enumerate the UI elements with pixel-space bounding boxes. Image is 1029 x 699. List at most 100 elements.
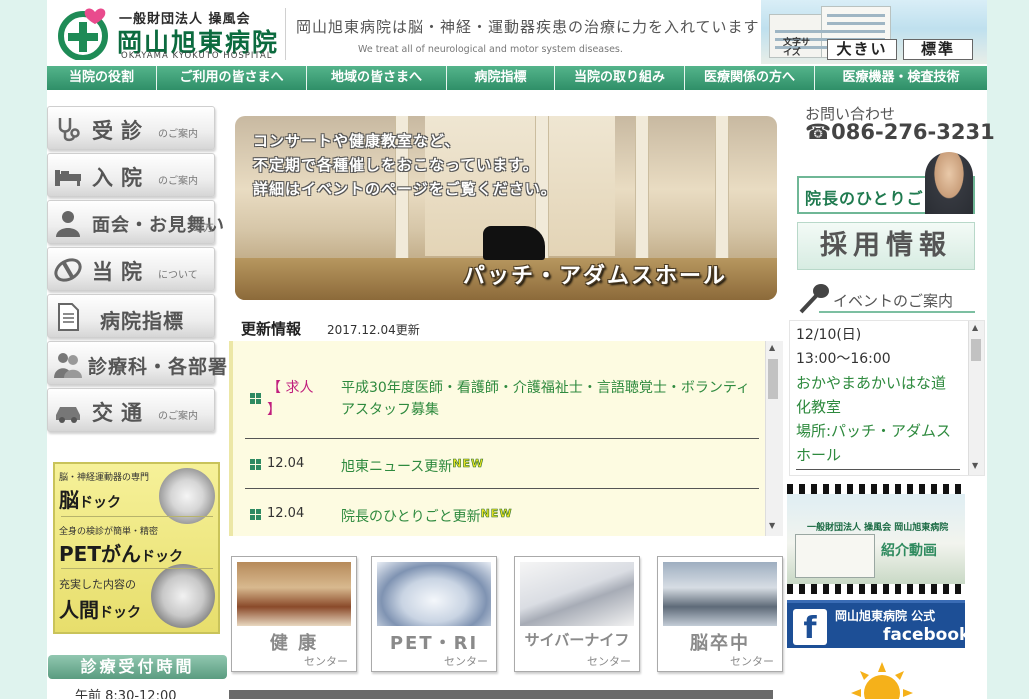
nav-item-role[interactable]: 当院の役割 (47, 66, 157, 90)
nav-item-initiatives[interactable]: 当院の取り組み (555, 66, 685, 90)
left-nav-admission[interactable]: 入院 のご案内 (47, 153, 215, 197)
facebook-banner[interactable]: f 岡山旭東病院 公式 facebook (787, 600, 970, 648)
left-nav-visitors[interactable]: 面会・お見舞い の方 (47, 200, 224, 244)
bullet-icon (250, 459, 261, 470)
news-item[interactable]: 12.04 旭東ニュース更新NEW (245, 439, 759, 489)
center-label: PET・RI (389, 633, 479, 654)
event-title: イベントのご案内 (833, 292, 954, 310)
left-nav-sub: について (158, 270, 198, 281)
left-nav-departments[interactable]: 診療科・各部署 (47, 341, 227, 385)
new-badge: NEW (452, 457, 485, 471)
nav-item-community[interactable]: 地域の皆さまへ (307, 66, 447, 90)
section-bar (229, 690, 773, 699)
left-nav-label: 入院 (92, 166, 150, 190)
news-link[interactable]: 平成30年度医師・看護師・介護福祉士・言語聴覚士・ボランティアスタッフ募集 (341, 377, 761, 421)
left-nav-sub: の方 (192, 221, 214, 234)
contact-phone[interactable]: ☎086-276-3231 (805, 120, 995, 144)
center-card-stroke[interactable]: 脳卒中 センター (657, 556, 783, 672)
left-nav-consultation[interactable]: 受診 のご案内 (47, 106, 215, 150)
sun-icon (851, 662, 913, 699)
left-nav-about[interactable]: 当院 について (47, 247, 215, 291)
left-nav-access[interactable]: 交通 のご案内 (47, 388, 215, 432)
news-date: 12.04 (267, 506, 305, 521)
event-time: 13:00〜16:00 (796, 351, 891, 367)
hospital-logo-icon (54, 258, 82, 282)
event-place-cont: ホール (796, 446, 842, 464)
event-date: 12/10(日) (796, 327, 862, 343)
font-size-switcher: 文字サイズ 大きい 標準 (783, 38, 983, 60)
dock-pet-title: PETがんドック (59, 542, 183, 566)
left-nav-label: 診療科・各部署 (88, 356, 229, 378)
event-header: イベントのご案内 (797, 280, 975, 314)
tagline-en: We treat all of neurological and motor s… (358, 44, 623, 55)
news-scrollbar[interactable]: ▲ ▼ (765, 341, 783, 536)
center-photo (520, 562, 634, 626)
director-blog-banner[interactable]: 院長のひとりごと (797, 152, 975, 214)
document-icon (58, 303, 79, 331)
nav-item-equipment[interactable]: 医療機器・検査技術 (815, 66, 987, 90)
news-list: 【 求人 】 平成30年度医師・看護師・介護福祉士・言語聴覚士・ボランティアスタ… (229, 341, 783, 536)
center-sub: センター (444, 655, 488, 668)
director-blog-label: 院長のひとりごと (805, 189, 941, 208)
center-label: 脳卒中 (690, 633, 750, 654)
font-size-large-button[interactable]: 大きい (827, 39, 897, 60)
center-sub: センター (730, 655, 774, 668)
center-card-health[interactable]: 健 康 センター (231, 556, 357, 672)
hospital-logo[interactable]: 一般財団法人 操風会 岡山旭東病院 OKAYAMA KYOKUTO HOSPIT… (57, 4, 287, 62)
left-nav-label: 病院指標 (100, 309, 184, 333)
hero-banner[interactable]: コンサートや健康教室など、 不定期で各種催しをおこなっています。 詳細はイベント… (235, 116, 777, 300)
header-tagline: 岡山旭東病院は脳・神経・運動器疾患の治療に力を入れています We treat a… (285, 8, 760, 60)
event-scrollbar[interactable]: ▲ ▼ (968, 321, 984, 475)
reception-hours-row: 午前 8:30-12:00 (75, 689, 177, 699)
nav-item-indicators[interactable]: 病院指標 (447, 66, 555, 90)
news-link[interactable]: 院長のひとりごと更新NEW (341, 503, 761, 528)
center-photo (663, 562, 777, 626)
dock-pet-caption: 全身の検診が簡単・精密 (59, 527, 159, 537)
global-nav: 当院の役割 ご利用の皆さまへ 地域の皆さまへ 病院指標 当院の取り組み 医療関係… (47, 66, 987, 90)
facebook-banner-word: facebook (883, 625, 971, 645)
piano-image (483, 226, 545, 260)
hospital-building-photo (795, 534, 875, 578)
page: 一般財団法人 操風会 岡山旭東病院 OKAYAMA KYOKUTO HOSPIT… (47, 0, 995, 699)
intro-video-banner[interactable]: 一般財団法人 操風会 岡山旭東病院 紹介動画 (787, 484, 965, 594)
microphone-icon (799, 284, 829, 314)
event-place: 場所:パッチ・アダムス (796, 422, 952, 440)
center-photo (377, 562, 491, 626)
news-link[interactable]: 旭東ニュース更新NEW (341, 453, 761, 478)
left-nav-label: 当院 (92, 260, 150, 284)
news-item[interactable]: 【 求人 】 平成30年度医師・看護師・介護福祉士・言語聴覚士・ボランティアスタ… (245, 371, 759, 439)
divider (61, 568, 213, 569)
left-nav-label: 受診 (92, 119, 150, 143)
nav-item-visitors[interactable]: ご利用の皆さまへ (157, 66, 307, 90)
hospital-logo-icon (58, 8, 108, 60)
news-category: 【 求人 】 (267, 380, 314, 418)
nav-item-medical-professionals[interactable]: 医療関係の方へ (685, 66, 815, 90)
dock-brain-caption: 脳・神経運動器の専門 (59, 473, 150, 483)
video-banner-title: 紹介動画 (881, 543, 937, 559)
facebook-banner-name: 岡山旭東病院 公式 (835, 609, 936, 623)
divider (61, 516, 213, 517)
dock-banner[interactable]: 脳・神経運動器の専門 脳ドック 全身の検診が簡単・精密 PETがんドック 充実し… (53, 462, 220, 634)
left-nav-sub: のご案内 (158, 129, 198, 140)
bullet-icon (250, 509, 261, 520)
news-header: 更新情報 2017.12.04更新 (241, 318, 420, 339)
left-nav: 受診 のご案内 入院 のご案内 面会・お見舞い の方 当院 について 病院指標 … (47, 106, 227, 435)
center-card-cyberknife[interactable]: サイバーナイフ センター (514, 556, 640, 672)
reception-hours-title: 診療受付時間 (48, 655, 227, 679)
center-sub: センター (304, 655, 348, 668)
event-name-cont[interactable]: 化教室 (796, 395, 841, 419)
center-card-pet-ri[interactable]: PET・RI センター (371, 556, 497, 672)
news-item[interactable]: 12.04 院長のひとりごと更新NEW (245, 489, 759, 539)
font-size-normal-button[interactable]: 標準 (903, 39, 973, 60)
bullet-icon (250, 393, 261, 404)
scanner-image (151, 564, 215, 628)
event-name[interactable]: おかやまあかいはな道 (796, 371, 946, 395)
hero-text-line3: 詳細はイベントのページをご覧ください。 (253, 180, 557, 198)
left-nav-label: 交通 (92, 401, 150, 425)
recruit-banner[interactable]: 採用情報 (797, 222, 975, 270)
new-badge: NEW (480, 507, 513, 521)
tagline-jp: 岡山旭東病院は脳・神経・運動器疾患の治療に力を入れています (296, 18, 760, 36)
video-banner-corp: 一般財団法人 操風会 岡山旭東病院 (807, 523, 949, 533)
left-nav-indicators[interactable]: 病院指標 (47, 294, 215, 338)
news-updated-date: 2017.12.04更新 (327, 323, 420, 337)
